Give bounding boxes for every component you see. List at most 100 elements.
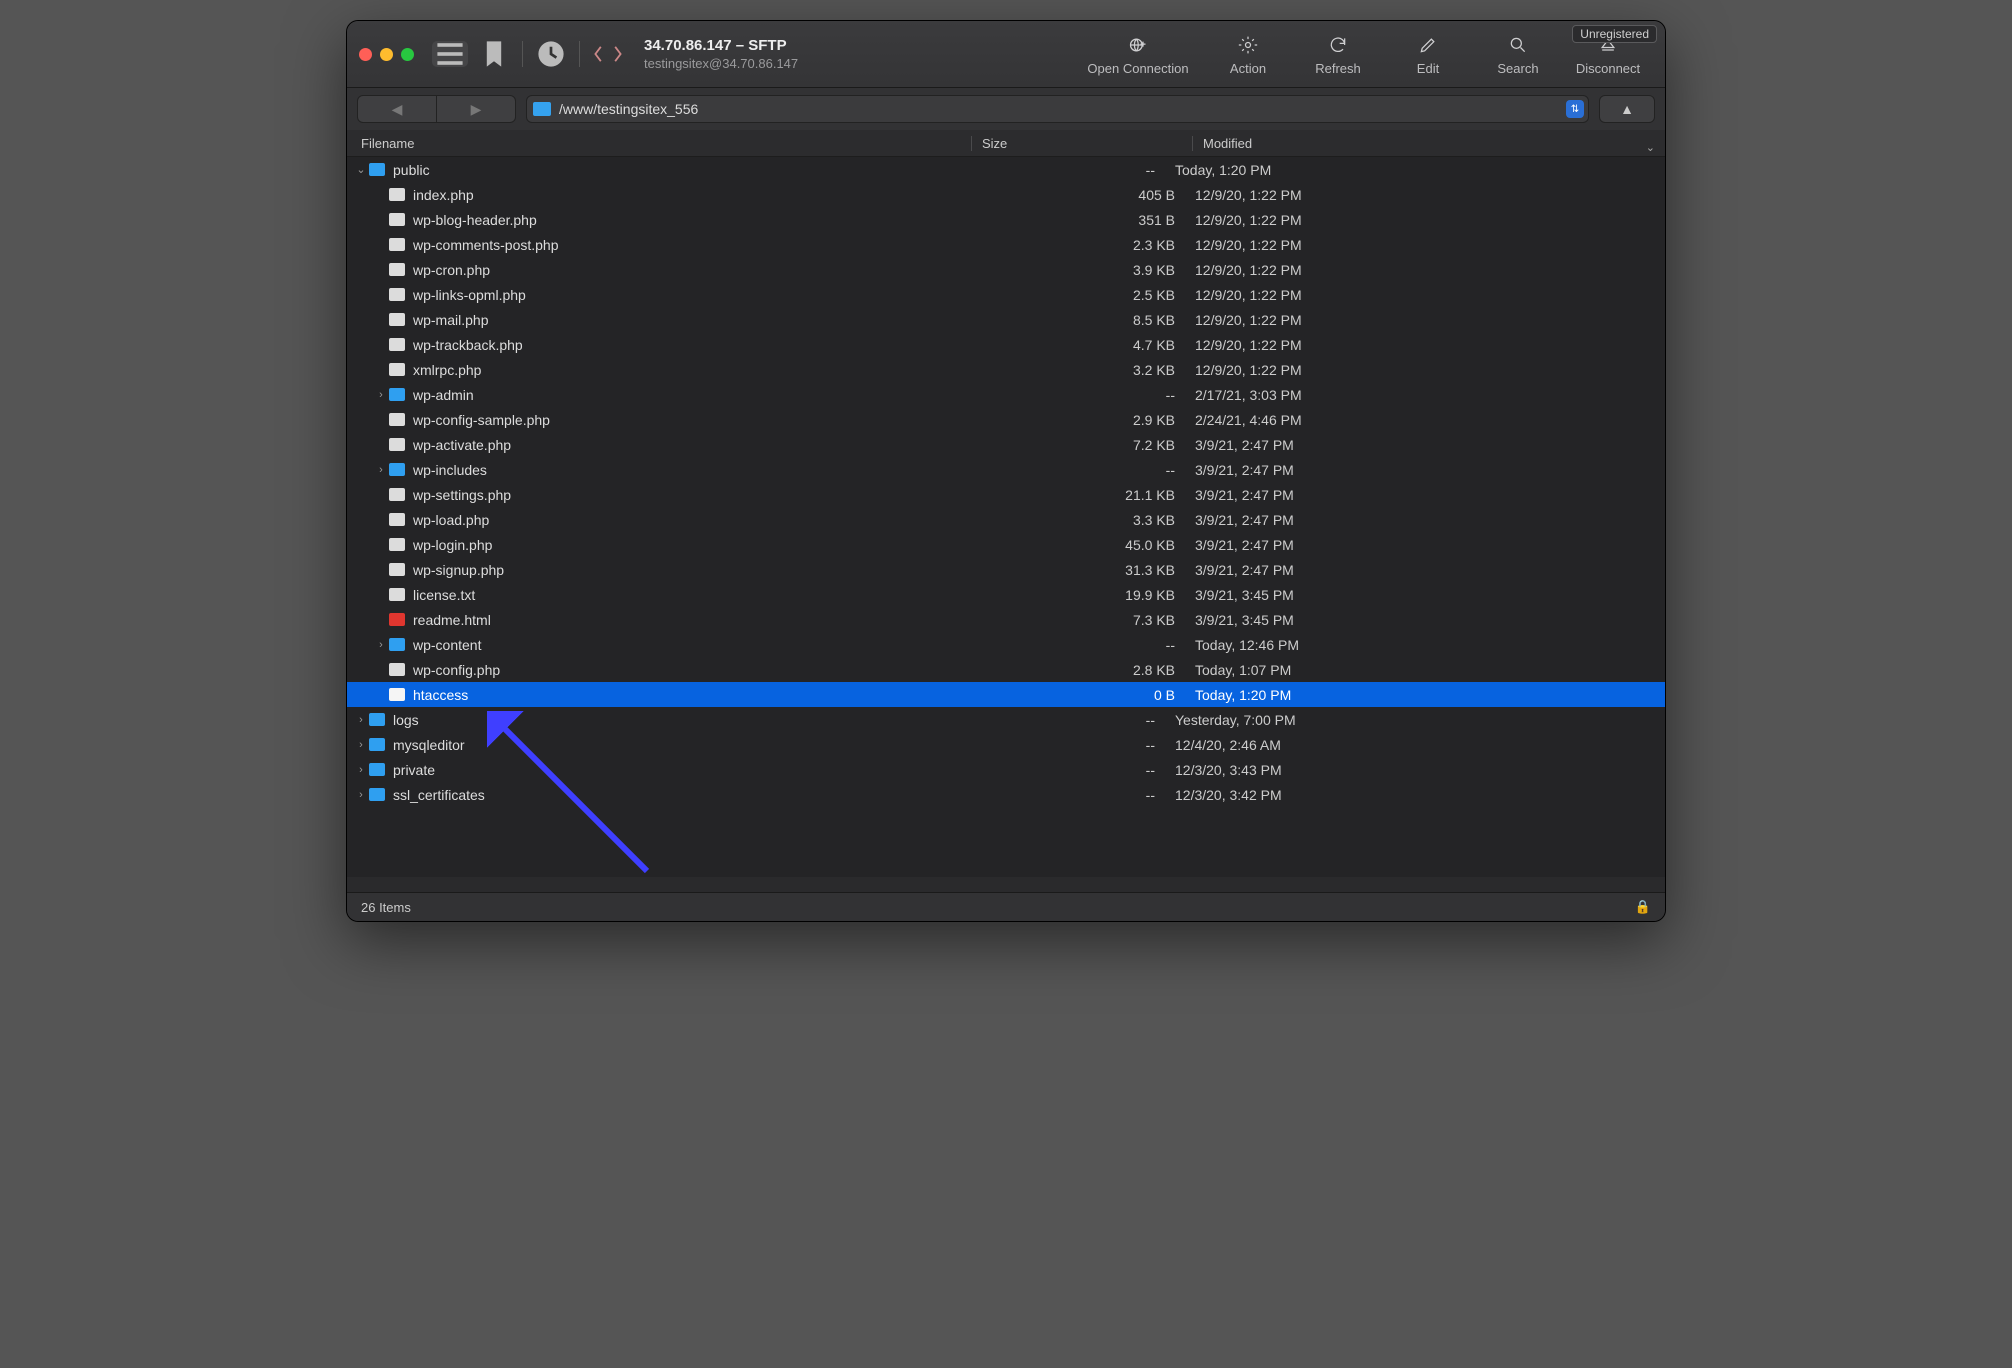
gear-icon <box>1238 33 1258 57</box>
view-toggle-button[interactable] <box>432 41 468 67</box>
file-row[interactable]: wp-cron.php3.9 KB12/9/20, 1:22 PM <box>347 257 1665 282</box>
search-icon <box>1508 33 1528 57</box>
file-row[interactable]: wp-comments-post.php2.3 KB12/9/20, 1:22 … <box>347 232 1665 257</box>
file-row[interactable]: wp-config-sample.php2.9 KB2/24/21, 4:46 … <box>347 407 1665 432</box>
file-row[interactable]: wp-settings.php21.1 KB3/9/21, 2:47 PM <box>347 482 1665 507</box>
close-icon[interactable] <box>359 48 372 61</box>
file-row[interactable]: xmlrpc.php3.2 KB12/9/20, 1:22 PM <box>347 357 1665 382</box>
file-modified: 2/24/21, 4:46 PM <box>1185 412 1665 428</box>
disclosure-triangle-icon[interactable]: › <box>355 739 367 751</box>
file-row[interactable]: ›mysqleditor--12/4/20, 2:46 AM <box>347 732 1665 757</box>
file-modified: 3/9/21, 3:45 PM <box>1185 587 1665 603</box>
file-size: 31.3 KB <box>975 562 1185 578</box>
file-icon <box>389 563 405 576</box>
file-row[interactable]: htaccess0 BToday, 1:20 PM <box>347 682 1665 707</box>
col-size[interactable]: Size <box>971 136 1192 151</box>
col-filename[interactable]: Filename <box>347 136 971 151</box>
file-name: wp-config.php <box>413 662 500 678</box>
file-row[interactable]: ›wp-content--Today, 12:46 PM <box>347 632 1665 657</box>
status-bar: 26 Items 🔒 <box>347 892 1665 921</box>
action-button[interactable]: Action <box>1203 33 1293 76</box>
disclosure-triangle-icon[interactable]: › <box>375 464 387 476</box>
open-connection-button[interactable]: Open Connection <box>1073 33 1203 76</box>
file-size: -- <box>955 787 1165 803</box>
go-up-button[interactable]: ▲ <box>1599 95 1655 123</box>
disclosure-triangle-icon[interactable]: › <box>375 639 387 651</box>
back-button[interactable]: ◀ <box>357 95 437 123</box>
toolbar: Open Connection Action Refresh Edit Sear… <box>1073 33 1653 76</box>
file-modified: 3/9/21, 2:47 PM <box>1185 562 1665 578</box>
search-button[interactable]: Search <box>1473 33 1563 76</box>
col-modified[interactable]: Modified ⌄ <box>1192 136 1665 151</box>
edit-button[interactable]: Edit <box>1383 33 1473 76</box>
file-row[interactable]: wp-config.php2.8 KBToday, 1:07 PM <box>347 657 1665 682</box>
file-icon <box>389 588 405 601</box>
file-modified: 12/9/20, 1:22 PM <box>1185 187 1665 203</box>
file-row[interactable]: ›ssl_certificates--12/3/20, 3:42 PM <box>347 782 1665 807</box>
file-icon <box>389 188 405 201</box>
minimize-icon[interactable] <box>380 48 393 61</box>
window-controls <box>359 48 414 61</box>
disclosure-triangle-icon[interactable]: › <box>355 764 367 776</box>
file-name: wp-admin <box>413 387 474 403</box>
file-row[interactable]: wp-load.php3.3 KB3/9/21, 2:47 PM <box>347 507 1665 532</box>
file-size: -- <box>975 462 1185 478</box>
file-modified: 12/3/20, 3:42 PM <box>1165 787 1665 803</box>
file-name: wp-content <box>413 637 481 653</box>
file-row[interactable]: ›private--12/3/20, 3:43 PM <box>347 757 1665 782</box>
file-icon <box>389 313 405 326</box>
path-text: /www/testingsitex_556 <box>559 101 698 117</box>
file-name: mysqleditor <box>393 737 465 753</box>
file-modified: 12/9/20, 1:22 PM <box>1185 212 1665 228</box>
file-modified: 3/9/21, 2:47 PM <box>1185 462 1665 478</box>
file-list[interactable]: ⌄public--Today, 1:20 PMindex.php405 B12/… <box>347 157 1665 877</box>
folder-icon <box>389 638 405 651</box>
disclosure-triangle-icon[interactable]: › <box>355 789 367 801</box>
path-field[interactable]: /www/testingsitex_556 ⇅ <box>526 95 1589 123</box>
item-count: 26 Items <box>361 900 411 915</box>
file-icon <box>389 338 405 351</box>
file-row[interactable]: wp-mail.php8.5 KB12/9/20, 1:22 PM <box>347 307 1665 332</box>
disclosure-triangle-icon[interactable]: › <box>355 714 367 726</box>
file-row[interactable]: wp-trackback.php4.7 KB12/9/20, 1:22 PM <box>347 332 1665 357</box>
file-icon <box>389 363 405 376</box>
file-icon <box>389 688 405 701</box>
file-name: wp-signup.php <box>413 562 504 578</box>
title-sub: testingsitex@34.70.86.147 <box>644 56 798 71</box>
file-row[interactable]: index.php405 B12/9/20, 1:22 PM <box>347 182 1665 207</box>
file-row[interactable]: readme.html7.3 KB3/9/21, 3:45 PM <box>347 607 1665 632</box>
file-row[interactable]: wp-activate.php7.2 KB3/9/21, 2:47 PM <box>347 432 1665 457</box>
file-row[interactable]: license.txt19.9 KB3/9/21, 3:45 PM <box>347 582 1665 607</box>
file-row[interactable]: wp-links-opml.php2.5 KB12/9/20, 1:22 PM <box>347 282 1665 307</box>
path-dropdown-icon[interactable]: ⇅ <box>1566 100 1584 118</box>
file-row[interactable]: ›logs--Yesterday, 7:00 PM <box>347 707 1665 732</box>
file-name: wp-load.php <box>413 512 489 528</box>
file-size: 2.5 KB <box>975 287 1185 303</box>
transfers-button[interactable] <box>590 41 626 67</box>
file-modified: 3/9/21, 2:47 PM <box>1185 537 1665 553</box>
refresh-button[interactable]: Refresh <box>1293 33 1383 76</box>
sftp-window: Unregistered 34.70.86.147 – SFTP testing… <box>346 20 1666 922</box>
file-size: -- <box>955 712 1165 728</box>
folder-icon <box>389 463 405 476</box>
nav-bar: ◀ ▶ /www/testingsitex_556 ⇅ ▲ <box>347 88 1665 130</box>
bookmarks-button[interactable] <box>476 41 512 67</box>
file-modified: 2/17/21, 3:03 PM <box>1185 387 1665 403</box>
file-row[interactable]: ›wp-admin--2/17/21, 3:03 PM <box>347 382 1665 407</box>
disclosure-triangle-icon[interactable]: ⌄ <box>355 163 367 176</box>
file-icon <box>389 238 405 251</box>
forward-button[interactable]: ▶ <box>437 95 516 123</box>
file-size: 3.9 KB <box>975 262 1185 278</box>
history-button[interactable] <box>533 41 569 67</box>
file-row[interactable]: wp-signup.php 31.3 KB3/9/21, 2:47 PM <box>347 557 1665 582</box>
file-row[interactable]: wp-login.php45.0 KB3/9/21, 2:47 PM <box>347 532 1665 557</box>
disclosure-triangle-icon[interactable]: › <box>375 389 387 401</box>
globe-plus-icon <box>1128 33 1148 57</box>
maximize-icon[interactable] <box>401 48 414 61</box>
file-modified: Today, 1:07 PM <box>1185 662 1665 678</box>
file-size: -- <box>955 762 1165 778</box>
file-row[interactable]: ›wp-includes--3/9/21, 2:47 PM <box>347 457 1665 482</box>
file-row[interactable]: wp-blog-header.php351 B12/9/20, 1:22 PM <box>347 207 1665 232</box>
file-modified: 12/9/20, 1:22 PM <box>1185 362 1665 378</box>
file-row[interactable]: ⌄public--Today, 1:20 PM <box>347 157 1665 182</box>
